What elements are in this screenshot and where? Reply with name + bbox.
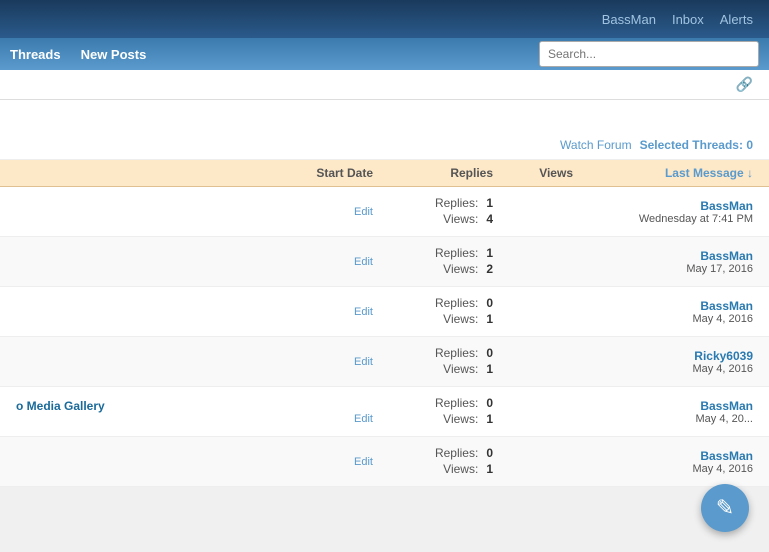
last-message-user[interactable]: Ricky6039 [573,349,753,363]
last-message-date: Wednesday at 7:41 PM [573,213,753,225]
col-start-date: Start Date [16,166,373,180]
replies-label: Replies: [435,196,478,210]
views-value: 4 [486,212,493,226]
last-message-cell: BassMan May 4, 20... [573,399,753,425]
sub-nav-bar: Threads New Posts [0,38,769,70]
replies-label: Replies: [435,396,478,410]
table-row: Edit Replies: 1 Views: 4 BassMan Wednesd… [0,187,769,237]
last-message-cell: BassMan May 4, 2016 [573,449,753,475]
col-last-message[interactable]: Last Message ↓ [573,166,753,180]
views-label: Views: [443,362,478,376]
replies-value: 0 [486,396,493,410]
nav-threads[interactable]: Threads [10,47,61,62]
views-label: Views: [443,462,478,476]
views-label: Views: [443,312,478,326]
replies-cell: Replies: 0 Views: 1 [373,296,493,328]
thread-edit-link[interactable]: Edit [16,306,373,318]
views-value: 1 [486,412,493,426]
replies-value: 1 [486,246,493,260]
last-message-cell: Ricky6039 May 4, 2016 [573,349,753,375]
replies-cell: Replies: 1 Views: 4 [373,196,493,228]
thread-edit-link[interactable]: Edit [16,456,373,468]
table-row: Edit Replies: 0 Views: 1 Ricky6039 May 4… [0,337,769,387]
replies-value: 0 [486,446,493,460]
top-nav-bar: BassMan Inbox Alerts [0,0,769,38]
replies-value: 0 [486,346,493,360]
thread-title-cell: Edit [16,256,373,268]
fab-button[interactable]: ✎ [701,484,749,532]
table-header: Start Date Replies Views Last Message ↓ [0,160,769,187]
table-row: Edit Replies: 0 Views: 1 BassMan May 4, … [0,437,769,487]
col-views: Views [493,166,573,180]
last-message-user[interactable]: BassMan [573,249,753,263]
thread-edit-link[interactable]: Edit [16,206,373,218]
thread-edit-link[interactable]: Edit [16,413,373,425]
thread-title[interactable]: o Media Gallery [16,399,373,413]
replies-label: Replies: [435,246,478,260]
last-message-date: May 4, 2016 [573,313,753,325]
views-value: 1 [486,312,493,326]
replies-value: 1 [486,196,493,210]
thread-edit-link[interactable]: Edit [16,256,373,268]
thread-edit-link[interactable]: Edit [16,356,373,368]
views-value: 2 [486,262,493,276]
last-message-date: May 4, 2016 [573,363,753,375]
last-message-cell: BassMan Wednesday at 7:41 PM [573,199,753,225]
col-replies: Replies [373,166,493,180]
selected-count: 0 [746,138,753,152]
last-message-user[interactable]: BassMan [573,299,753,313]
views-label: Views: [443,412,478,426]
views-value: 1 [486,462,493,476]
replies-label: Replies: [435,346,478,360]
last-message-date: May 4, 20... [573,413,753,425]
thread-title-cell: o Media Gallery Edit [16,399,373,425]
last-message-date: May 4, 2016 [573,463,753,475]
nav-user[interactable]: BassMan [602,12,656,27]
replies-cell: Replies: 1 Views: 2 [373,246,493,278]
last-message-user[interactable]: BassMan [573,399,753,413]
last-message-cell: BassMan May 4, 2016 [573,299,753,325]
replies-cell: Replies: 0 Views: 1 [373,446,493,478]
replies-cell: Replies: 0 Views: 1 [373,396,493,428]
views-label: Views: [443,212,478,226]
replies-value: 0 [486,296,493,310]
external-link-icon[interactable]: 🔗 [736,76,753,93]
last-message-user[interactable]: BassMan [573,199,753,213]
thread-title-cell: Edit [16,456,373,468]
table-row: o Media Gallery Edit Replies: 0 Views: 1… [0,387,769,437]
watch-forum-button[interactable]: Watch Forum [560,138,632,152]
views-label: Views: [443,262,478,276]
nav-new-posts[interactable]: New Posts [81,47,147,62]
search-input[interactable] [539,41,759,67]
replies-cell: Replies: 0 Views: 1 [373,346,493,378]
nav-alerts[interactable]: Alerts [720,12,753,27]
last-message-date: May 17, 2016 [573,263,753,275]
last-message-user[interactable]: BassMan [573,449,753,463]
replies-label: Replies: [435,296,478,310]
edit-icon: ✎ [716,495,734,521]
last-message-cell: BassMan May 17, 2016 [573,249,753,275]
selected-threads-label: Selected Threads: 0 [640,138,753,152]
icon-bar: 🔗 [0,70,769,100]
thread-title-cell: Edit [16,306,373,318]
thread-title-cell: Edit [16,356,373,368]
action-bar: Watch Forum Selected Threads: 0 [0,130,769,160]
table-row: Edit Replies: 1 Views: 2 BassMan May 17,… [0,237,769,287]
table-row: Edit Replies: 0 Views: 1 BassMan May 4, … [0,287,769,337]
replies-label: Replies: [435,446,478,460]
spacer [0,100,769,130]
thread-title-cell: Edit [16,206,373,218]
nav-inbox[interactable]: Inbox [672,12,704,27]
views-value: 1 [486,362,493,376]
thread-list: Edit Replies: 1 Views: 4 BassMan Wednesd… [0,187,769,487]
